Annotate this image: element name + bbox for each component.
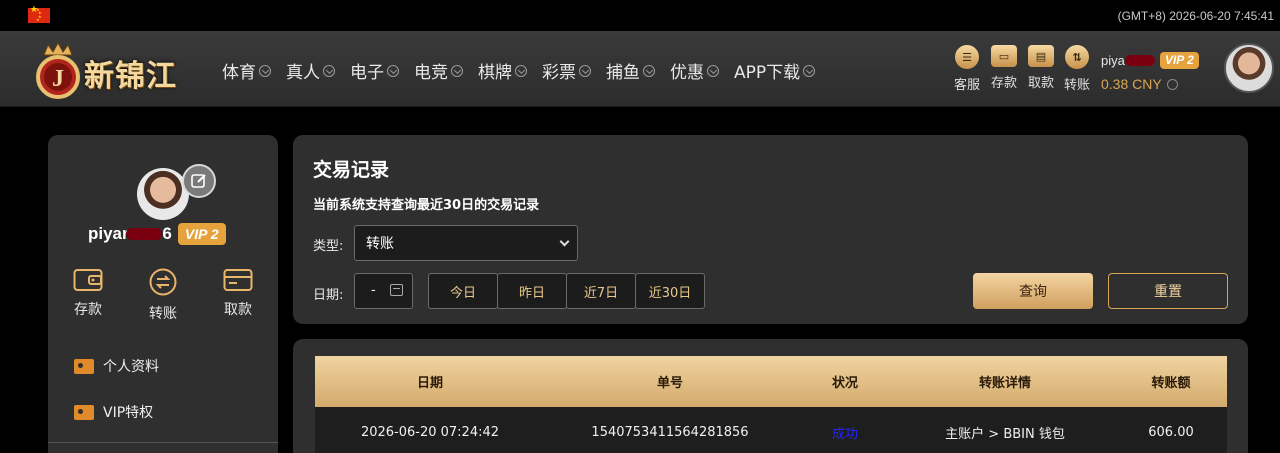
last-7-days-button[interactable]: 近7日 xyxy=(566,273,636,309)
main-header: J 新锦江 体育 真人 电子 电竞 棋牌 彩票 捕鱼 优惠 APP下载 ☰ 客服… xyxy=(0,31,1280,107)
type-label: 类型: xyxy=(313,239,344,254)
sidebar-withdraw-button[interactable]: 取款 xyxy=(213,268,263,323)
today-button[interactable]: 今日 xyxy=(428,273,498,309)
sidebar-deposit-button[interactable]: 存款 xyxy=(63,268,113,323)
nav-item-fishing[interactable]: 捕鱼 xyxy=(606,58,655,83)
column-header-order-number: 单号 xyxy=(656,376,683,391)
sidebar-item-vip[interactable]: VIP特权 xyxy=(74,402,153,422)
username: piya xyxy=(1101,53,1125,68)
withdraw-icon: ▤ xyxy=(1028,45,1054,67)
nav-item-sports[interactable]: 体育 xyxy=(222,58,271,83)
column-header-status: 状况 xyxy=(831,376,858,391)
vip-badge: VIP 2 xyxy=(177,223,226,245)
sidebar-transfer-button[interactable]: 转账 xyxy=(138,268,188,323)
card-icon xyxy=(223,269,253,291)
account-sidebar: piyan 6 VIP 2 存款 转账 取款 个人资料 VIP特权 xyxy=(48,135,278,453)
vip-badge: VIP 2 xyxy=(1159,52,1199,69)
type-select[interactable]: 转账 xyxy=(354,225,578,261)
quick-date-buttons: 今日 昨日 近7日 近30日 xyxy=(428,273,705,309)
brand-name[interactable]: 新锦江 xyxy=(84,51,177,95)
page-title: 交易记录 xyxy=(313,159,390,181)
column-header-date: 日期 xyxy=(416,376,443,391)
chevron-down-icon xyxy=(259,64,271,77)
nav-item-lottery[interactable]: 彩票 xyxy=(542,58,591,83)
nav-item-live-casino[interactable]: 真人 xyxy=(286,58,335,83)
divider xyxy=(48,442,278,443)
nav-item-esports[interactable]: 电竞 xyxy=(414,58,463,83)
chevron-down-icon xyxy=(515,64,527,77)
cell-amount: 606.00 xyxy=(1148,424,1194,440)
server-clock: (GMT+8) 2026-06-20 7:45:41 xyxy=(1117,9,1274,23)
table-header: 日期 单号 状况 转账详情 转账额 xyxy=(315,356,1227,407)
china-flag-icon[interactable]: ★ ★ ★ ★ ★ xyxy=(28,6,50,23)
last-30-days-button[interactable]: 近30日 xyxy=(635,273,705,309)
reset-button[interactable]: 重置 xyxy=(1108,273,1228,309)
customer-service-icon: ☰ xyxy=(955,45,979,69)
main-nav: 体育 真人 电子 电竞 棋牌 彩票 捕鱼 优惠 APP下载 xyxy=(222,58,830,83)
cell-order-number: 1540753411564281856 xyxy=(591,424,749,440)
refresh-balance-icon[interactable] xyxy=(1166,78,1178,90)
page-subtitle: 当前系统支持查询最近30日的交易记录 xyxy=(313,198,540,213)
date-label: 日期: xyxy=(313,288,344,303)
vip-card-icon xyxy=(74,404,94,420)
sidebar-actions: 存款 转账 取款 xyxy=(63,268,263,323)
chevron-down-icon xyxy=(323,64,335,77)
quick-deposit[interactable]: ▭ 存款 xyxy=(986,45,1022,91)
column-header-amount: 转账额 xyxy=(1151,376,1191,391)
nav-item-promotions[interactable]: 优惠 xyxy=(670,58,719,83)
brand-logo-icon[interactable]: J xyxy=(34,41,82,99)
nav-item-app-download[interactable]: APP下载 xyxy=(734,58,816,83)
column-header-transfer-detail: 转账详情 xyxy=(978,376,1031,391)
chevron-down-icon xyxy=(707,64,719,77)
nav-item-cards[interactable]: 棋牌 xyxy=(478,58,527,83)
transaction-filter-panel: 交易记录 当前系统支持查询最近30日的交易记录 类型: 转账 日期: - 今日 … xyxy=(293,135,1248,324)
deposit-wallet-icon: ▭ xyxy=(991,45,1017,67)
profile-name-row: piyan 6 VIP 2 xyxy=(88,223,226,245)
chevron-down-icon xyxy=(643,64,655,77)
user-summary[interactable]: piya VIP 2 0.38 CNY xyxy=(1101,50,1199,92)
chevron-down-icon xyxy=(451,64,463,77)
transfer-icon: ⇅ xyxy=(1065,45,1089,69)
profile-avatar xyxy=(137,168,189,220)
calendar-icon xyxy=(390,284,403,296)
edit-icon xyxy=(191,174,206,188)
redaction-mark xyxy=(126,228,163,240)
chevron-down-icon xyxy=(579,64,591,77)
cell-status: 成功 xyxy=(831,426,858,442)
chevron-down-icon xyxy=(559,236,570,247)
avatar[interactable] xyxy=(1224,43,1274,93)
edit-avatar-button[interactable] xyxy=(182,164,216,198)
date-range-input[interactable]: - xyxy=(354,273,413,309)
table-row[interactable]: 2026-06-20 07:24:42 1540753411564281856 … xyxy=(315,407,1227,453)
nav-item-slots[interactable]: 电子 xyxy=(350,58,399,83)
query-button[interactable]: 查询 xyxy=(973,273,1093,309)
transfer-icon xyxy=(149,268,177,296)
balance-amount: 0.38 CNY xyxy=(1101,76,1162,92)
transaction-table-panel: 日期 单号 状况 转账详情 转账额 2026-06-20 07:24:42 15… xyxy=(293,339,1248,453)
redaction-mark xyxy=(1124,55,1155,66)
chevron-down-icon xyxy=(803,64,816,77)
sidebar-item-profile[interactable]: 个人资料 xyxy=(74,356,159,376)
profile-card-icon xyxy=(74,358,94,374)
quick-transfer[interactable]: ⇅ 转账 xyxy=(1059,45,1095,93)
yesterday-button[interactable]: 昨日 xyxy=(497,273,567,309)
quick-withdraw[interactable]: ▤ 取款 xyxy=(1023,45,1059,91)
cell-date: 2026-06-20 07:24:42 xyxy=(360,424,500,440)
quick-customer-service[interactable]: ☰ 客服 xyxy=(949,45,985,93)
cell-transfer-detail: 主账户 > BBIN 钱包 xyxy=(945,426,1065,442)
top-utility-bar: ★ ★ ★ ★ ★ (GMT+8) 2026-06-20 7:45:41 xyxy=(0,0,1280,31)
svg-text:J: J xyxy=(52,66,64,92)
chevron-down-icon xyxy=(387,64,399,77)
wallet-icon xyxy=(73,269,103,291)
